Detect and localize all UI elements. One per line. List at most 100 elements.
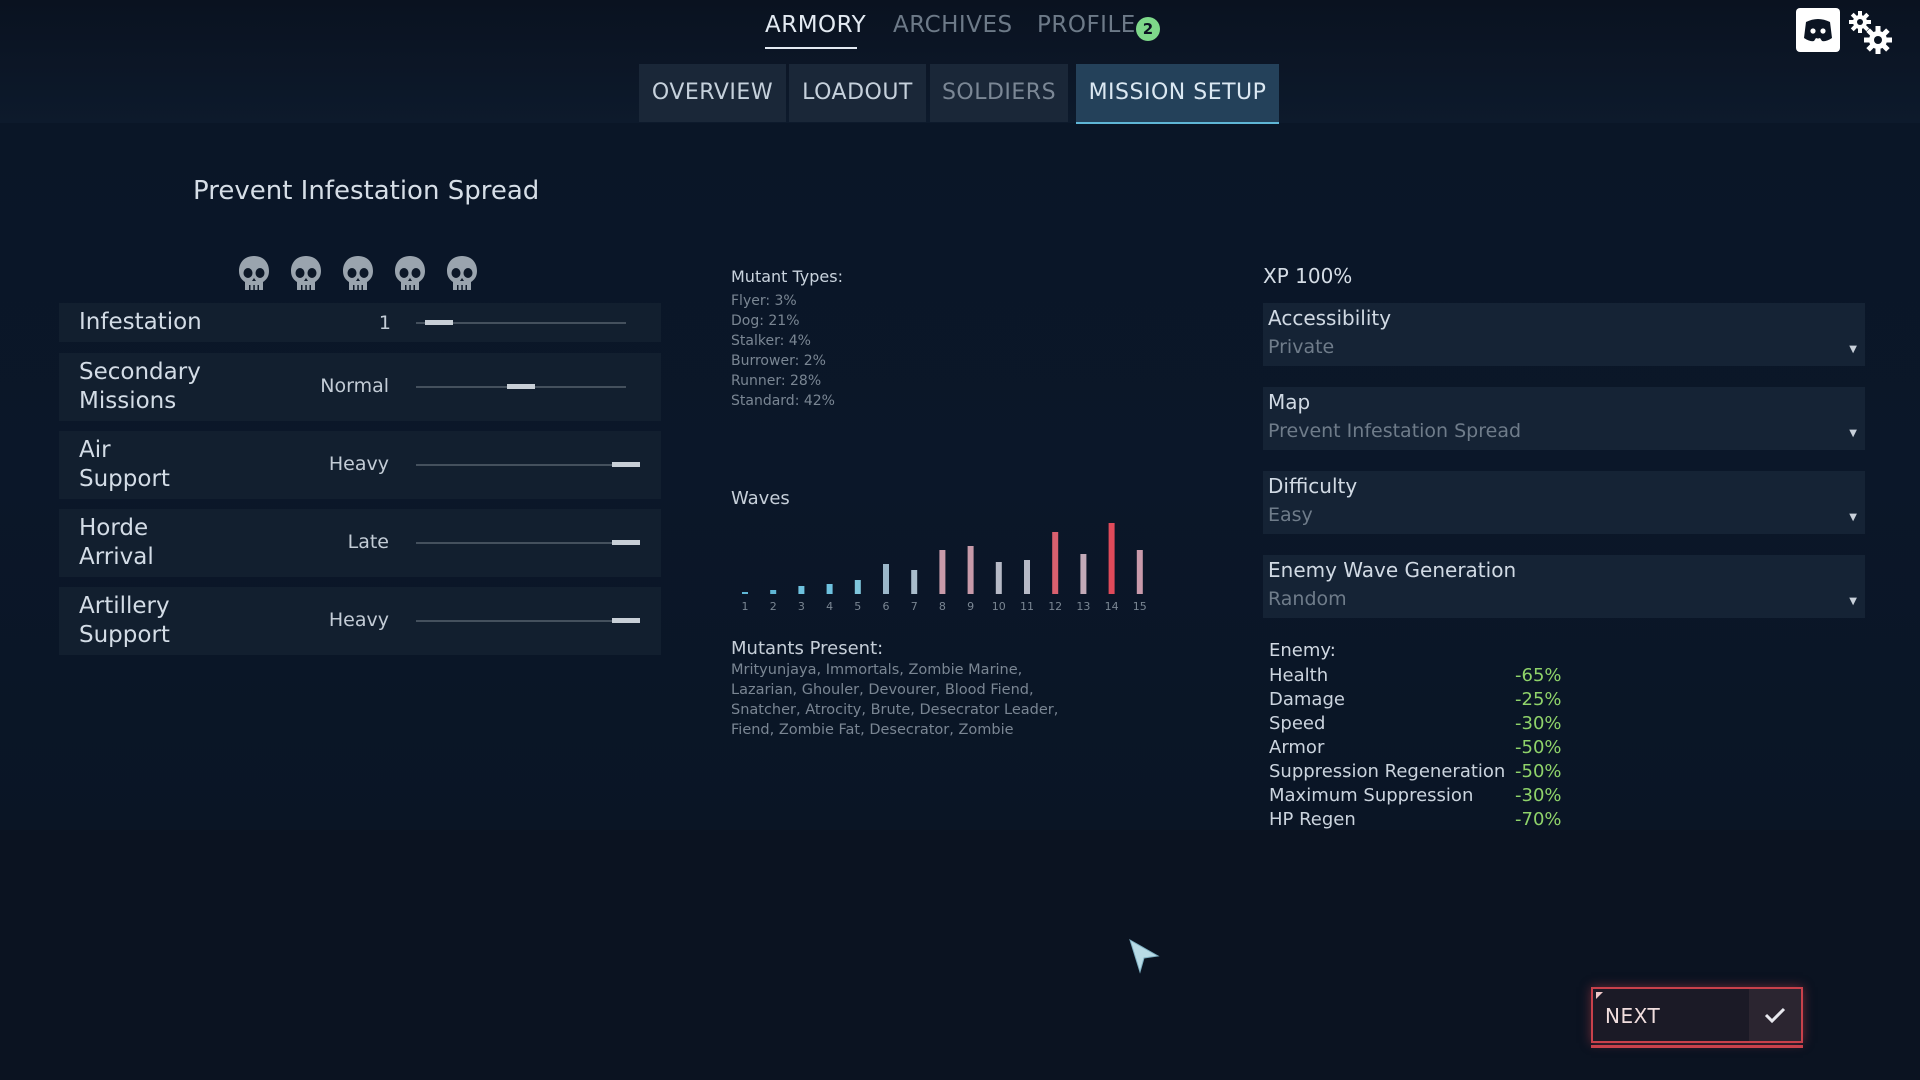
setting-slider[interactable] (416, 618, 640, 623)
dropdown-map[interactable]: Map Prevent Infestation Spread ▼ (1263, 387, 1865, 450)
mutants-present-heading: Mutants Present: (731, 638, 884, 659)
next-button-label: NEXT (1605, 1004, 1661, 1028)
wave-label: 5 (854, 600, 861, 613)
wave-label: 9 (967, 600, 974, 613)
setting-slider[interactable] (416, 384, 626, 389)
dropdown-accessibility[interactable]: Accessibility Private ▼ (1263, 303, 1865, 366)
slider-thumb[interactable] (425, 320, 454, 325)
dropdown-label: Enemy Wave Generation (1268, 558, 1517, 582)
profile-notification-badge: 2 (1136, 17, 1160, 41)
discord-icon[interactable] (1796, 8, 1840, 52)
skull-icon (340, 254, 376, 294)
wave-bar (967, 546, 974, 594)
setting-slider[interactable] (416, 320, 626, 325)
wave-bar (826, 584, 833, 594)
setting-label: Horde Arrival (79, 515, 154, 570)
tab-soldiers[interactable]: SOLDIERS (930, 64, 1068, 122)
enemy-stat-name: Damage (1269, 689, 1345, 710)
wave-bar (1052, 532, 1059, 594)
setting-slider[interactable] (416, 462, 640, 467)
mouse-cursor-icon (1128, 938, 1160, 974)
enemy-stat-value: -30% (1515, 785, 1562, 806)
tab-overview[interactable]: OVERVIEW (639, 64, 786, 122)
next-button[interactable]: NEXT (1591, 987, 1803, 1048)
dropdown-label: Difficulty (1268, 474, 1358, 498)
waves-chart: 1 2 3 4 5 6 7 8 9 10 11 12 13 14 15 (742, 523, 1147, 613)
corner-marker (1596, 992, 1603, 999)
enemy-stat-value: -30% (1515, 713, 1562, 734)
mutant-type-item: Burrower: 2% (731, 353, 826, 369)
wave-bar (854, 580, 861, 594)
setting-value: 1 (378, 312, 391, 334)
wave-bar (742, 592, 748, 594)
dropdown-difficulty[interactable]: Difficulty Easy ▼ (1263, 471, 1865, 534)
nav-active-underline (765, 47, 857, 49)
wave-label: 4 (826, 600, 833, 613)
enemy-stat-value: -70% (1515, 809, 1562, 830)
slider-thumb[interactable] (612, 462, 640, 467)
nav-armory[interactable]: ARMORY (765, 12, 866, 38)
wave-bar (911, 570, 918, 594)
wave-label: 12 (1048, 600, 1062, 613)
tab-mission-setup[interactable]: MISSION SETUP (1076, 64, 1279, 124)
skull-icon (288, 254, 324, 294)
caret-down-icon: ▼ (1849, 428, 1857, 439)
setting-secondary-missions: Secondary Missions Normal (59, 353, 661, 421)
dropdown-label: Map (1268, 390, 1311, 414)
mutant-type-item: Dog: 21% (731, 313, 800, 329)
enemy-stat-value: -50% (1515, 737, 1562, 758)
wave-label: 11 (1020, 600, 1034, 613)
setting-artillery-support: Artillery Support Heavy (59, 587, 661, 655)
enemy-stat-name: Health (1269, 665, 1329, 686)
dropdown-value: Prevent Infestation Spread (1268, 420, 1522, 442)
enemy-stat-name: HP Regen (1269, 809, 1356, 830)
wave-bar (1024, 560, 1030, 594)
dropdown-enemy-wave-generation[interactable]: Enemy Wave Generation Random ▼ (1263, 555, 1865, 618)
gear-icon[interactable] (1846, 10, 1894, 54)
dropdown-value: Random (1268, 588, 1347, 610)
enemy-stat-value: -65% (1515, 665, 1562, 686)
wave-bar (939, 550, 946, 594)
setting-value: Heavy (328, 609, 389, 631)
wave-bar (798, 586, 805, 594)
setting-label: Artillery Support (79, 593, 170, 648)
skull-icon (444, 254, 480, 294)
setting-infestation: Infestation 1 (59, 303, 661, 342)
enemy-stat-name: Suppression Regeneration (1269, 761, 1506, 782)
dropdown-value: Easy (1268, 504, 1313, 526)
setting-air-support: Air Support Heavy (59, 431, 661, 499)
slider-thumb[interactable] (507, 384, 535, 389)
wave-label: 1 (742, 600, 749, 613)
enemy-stat-value: -50% (1515, 761, 1562, 782)
slider-thumb[interactable] (612, 618, 640, 623)
setting-value: Heavy (328, 453, 389, 475)
dropdown-label: Accessibility (1268, 306, 1392, 330)
xp-multiplier: XP 100% (1263, 264, 1353, 288)
enemy-stat-value: -25% (1515, 689, 1562, 710)
setting-slider[interactable] (416, 540, 640, 545)
mutant-type-item: Flyer: 3% (731, 293, 797, 309)
checkmark-icon (1749, 989, 1801, 1041)
wave-bar (770, 590, 777, 594)
tab-loadout[interactable]: LOADOUT (789, 64, 926, 122)
wave-label: 8 (939, 600, 946, 613)
wave-label: 13 (1076, 600, 1090, 613)
mutant-type-item: Runner: 28% (731, 373, 822, 389)
caret-down-icon: ▼ (1849, 512, 1857, 523)
wave-bar (883, 564, 889, 594)
enemy-heading: Enemy: (1269, 640, 1336, 661)
wave-label: 6 (883, 600, 890, 613)
nav-archives[interactable]: ARCHIVES (893, 12, 1013, 38)
setting-label: Air Support (79, 437, 170, 492)
skull-icon (392, 254, 428, 294)
setting-label: Secondary Missions (79, 359, 201, 414)
setting-value: Normal (320, 375, 389, 397)
nav-profile[interactable]: PROFILE (1037, 12, 1136, 38)
mutant-type-item: Stalker: 4% (731, 333, 811, 349)
enemy-stat-name: Armor (1269, 737, 1325, 758)
enemy-stat-name: Maximum Suppression (1269, 785, 1474, 806)
setting-value: Late (347, 531, 389, 553)
wave-label: 14 (1105, 600, 1119, 613)
wave-bar (1080, 554, 1087, 594)
slider-thumb[interactable] (612, 540, 640, 545)
